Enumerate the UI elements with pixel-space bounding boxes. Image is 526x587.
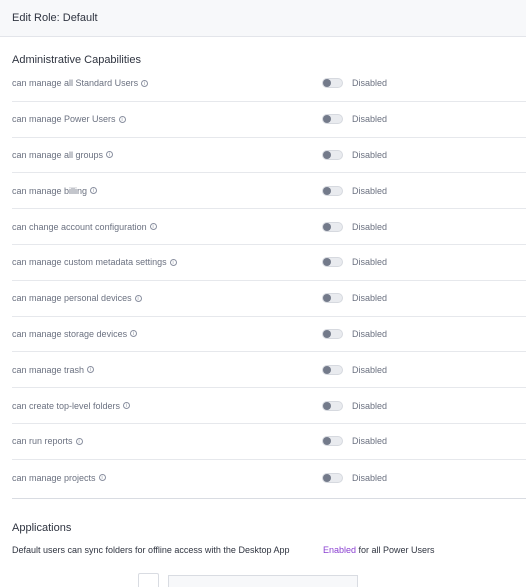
toggle-knob xyxy=(323,401,331,410)
toggle-status: Disabled xyxy=(352,400,388,411)
info-icon[interactable]: i xyxy=(141,79,149,87)
toggle-status: Disabled xyxy=(352,185,388,196)
capability-toggle[interactable] xyxy=(322,364,343,375)
capability-label: can manage trash i xyxy=(12,365,95,375)
capability-row-manage-billing: can manage billing i Disabled xyxy=(12,173,526,210)
toggle-status: Disabled xyxy=(352,221,388,232)
capability-label: can run reports i xyxy=(12,436,83,446)
admin-capabilities-title: Administrative Capabilities xyxy=(12,54,141,66)
section-divider xyxy=(12,498,526,499)
capability-label: can manage storage devices i xyxy=(12,329,138,339)
toggle-knob xyxy=(323,473,331,482)
enabled-link[interactable]: Enabled xyxy=(323,545,356,555)
capability-row-manage-groups: can manage all groups i Disabled xyxy=(12,138,526,174)
capability-row-manage-trash: can manage trash i Disabled xyxy=(12,352,526,389)
capability-toggle[interactable] xyxy=(322,400,343,411)
capability-row-manage-power-users: can manage Power Users i Disabled xyxy=(12,102,526,138)
toggle-knob xyxy=(323,186,331,195)
toggle-knob xyxy=(323,79,331,88)
toggle-knob xyxy=(323,437,331,446)
capability-row-manage-projects: can manage projects i Disabled xyxy=(12,460,526,496)
toggle-knob xyxy=(323,294,331,303)
capability-toggle[interactable] xyxy=(322,149,343,160)
applications-status: Enabled for all Power Users xyxy=(323,545,435,555)
info-icon[interactable]: i xyxy=(106,151,114,159)
toggle-status: Disabled xyxy=(352,293,388,304)
info-icon[interactable]: i xyxy=(98,474,106,482)
capability-row-manage-personal-devices: can manage personal devices i Disabled xyxy=(12,281,526,317)
info-icon[interactable]: i xyxy=(149,223,157,231)
capability-label: can change account configuration i xyxy=(12,222,157,232)
applications-sync-row: Default users can sync folders for offli… xyxy=(12,545,526,555)
toggle-status: Disabled xyxy=(352,257,388,268)
toggle-knob xyxy=(323,115,331,124)
capabilities-list: can manage all Standard Users i Disabled … xyxy=(12,66,526,496)
capability-row-change-account-config: can change account configuration i Disabl… xyxy=(12,209,526,245)
footer-small-button[interactable] xyxy=(138,573,159,587)
toggle-knob xyxy=(323,258,331,267)
capability-toggle[interactable] xyxy=(322,293,343,304)
toggle-knob xyxy=(323,222,331,231)
capability-row-manage-metadata: can manage custom metadata settings i Dis… xyxy=(12,245,526,281)
capability-toggle[interactable] xyxy=(322,78,343,89)
applications-status-suffix: for all Power Users xyxy=(356,545,435,555)
capability-label: can manage projects i xyxy=(12,473,106,483)
capability-toggle[interactable] xyxy=(322,221,343,232)
info-icon[interactable]: i xyxy=(123,402,131,410)
toggle-status: Disabled xyxy=(352,328,388,339)
capability-toggle[interactable] xyxy=(322,257,343,268)
info-icon[interactable]: i xyxy=(87,366,95,374)
capability-row-manage-standard-users: can manage all Standard Users i Disabled xyxy=(12,66,526,102)
capability-label: can manage all Standard Users i xyxy=(12,78,149,88)
capability-toggle[interactable] xyxy=(322,436,343,447)
info-icon[interactable]: i xyxy=(75,437,83,445)
capability-row-manage-storage-devices: can manage storage devices i Disabled xyxy=(12,317,526,353)
toggle-status: Disabled xyxy=(352,436,388,447)
applications-title: Applications xyxy=(12,522,72,534)
toggle-knob xyxy=(323,329,331,338)
info-icon[interactable]: i xyxy=(118,115,126,123)
capability-toggle[interactable] xyxy=(322,328,343,339)
toggle-status: Disabled xyxy=(352,472,388,483)
capability-toggle[interactable] xyxy=(322,114,343,125)
capability-label: can manage personal devices i xyxy=(12,293,142,303)
capability-label: can manage Power Users i xyxy=(12,114,126,124)
capability-row-run-reports: can run reports i Disabled xyxy=(12,424,526,460)
toggle-knob xyxy=(323,365,331,374)
info-icon[interactable]: i xyxy=(130,330,138,338)
page-title: Edit Role: Default xyxy=(12,12,98,24)
capability-label: can manage custom metadata settings i xyxy=(12,257,177,267)
toggle-knob xyxy=(323,150,331,159)
toggle-status: Disabled xyxy=(352,149,388,160)
edit-role-header: Edit Role: Default xyxy=(0,0,526,37)
capability-toggle[interactable] xyxy=(322,472,343,483)
capability-label: can create top-level folders i xyxy=(12,401,131,411)
capability-toggle[interactable] xyxy=(322,185,343,196)
info-icon[interactable]: i xyxy=(90,187,98,195)
toggle-status: Disabled xyxy=(352,78,388,89)
toggle-status: Disabled xyxy=(352,114,388,125)
info-icon[interactable]: i xyxy=(134,294,142,302)
toggle-status: Disabled xyxy=(352,364,388,375)
info-icon[interactable]: i xyxy=(169,258,177,266)
capability-label: can manage all groups i xyxy=(12,150,114,160)
applications-description: Default users can sync folders for offli… xyxy=(12,545,290,555)
capability-label: can manage billing i xyxy=(12,186,98,196)
footer-panel xyxy=(168,575,358,587)
capability-row-create-top-level-folders: can create top-level folders i Disabled xyxy=(12,388,526,424)
